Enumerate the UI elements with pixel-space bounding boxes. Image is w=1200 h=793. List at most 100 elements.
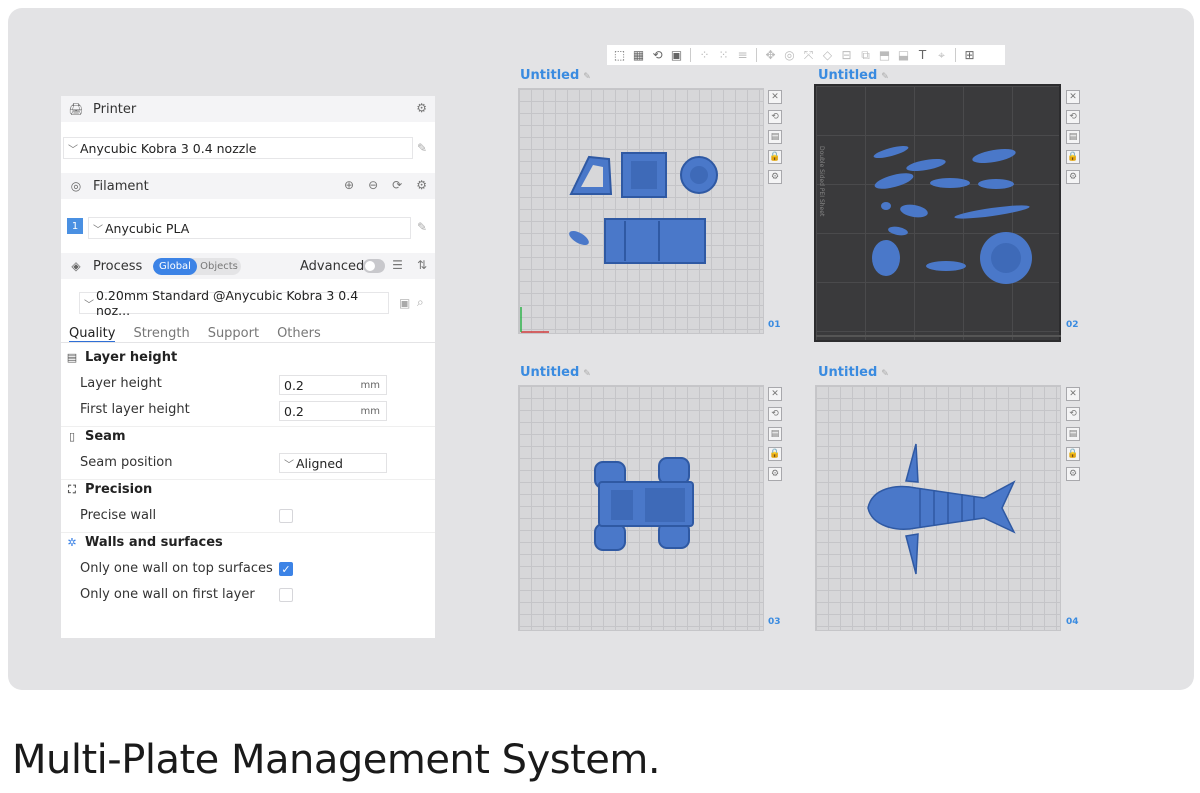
split-objects-icon[interactable]: ⁘ xyxy=(696,48,713,62)
mesh-boolean-icon[interactable]: ⧉ xyxy=(857,48,874,63)
save-preset-icon[interactable]: ▣ xyxy=(399,296,410,310)
text-tool-icon[interactable]: T xyxy=(914,48,931,62)
scope-global[interactable]: Global xyxy=(153,258,197,275)
arrange-icon[interactable]: ▤ xyxy=(1066,427,1080,441)
caption: Multi-Plate Management System. xyxy=(12,737,661,783)
orient-icon[interactable]: ⟲ xyxy=(768,407,782,421)
plate-title-2[interactable]: Untitled ✎ xyxy=(818,68,889,83)
orient-icon[interactable]: ⟲ xyxy=(1066,110,1080,124)
close-icon[interactable]: ✕ xyxy=(768,90,782,104)
arrange-icon[interactable]: ▤ xyxy=(768,427,782,441)
plate-toolbar: ⬚ ▦ ⟲ ▣ ⁘ ⁙ ≡ ✥ ◎ ⤧ ◇ ⊟ ⧉ ⬒ ⬓ T ⌖ ⊞ xyxy=(607,45,1005,65)
search-icon[interactable]: ⌕ xyxy=(417,295,424,310)
remove-filament-icon[interactable]: ⊖ xyxy=(368,178,378,192)
lock-icon[interactable]: 🔒 xyxy=(768,447,782,461)
chevron-down-icon: ﹀ xyxy=(93,224,103,236)
tab-quality[interactable]: Quality xyxy=(69,326,116,343)
plate-title-4[interactable]: Untitled ✎ xyxy=(818,365,889,380)
filament-preset-select[interactable]: ﹀ Anycubic PLA xyxy=(88,217,411,239)
measure-icon[interactable]: ⌖ xyxy=(933,48,950,63)
plate-3-controls: ✕ ⟲ ▤ 🔒 ⚙ xyxy=(768,387,782,481)
orient-icon[interactable]: ⟲ xyxy=(1066,407,1080,421)
precise-wall-checkbox[interactable] xyxy=(279,509,293,523)
seam-paint-icon[interactable]: ⬓ xyxy=(895,48,912,62)
rename-icon[interactable]: ✎ xyxy=(583,72,591,82)
auto-orient-icon[interactable]: ⟲ xyxy=(649,48,666,62)
rename-icon[interactable]: ✎ xyxy=(881,72,889,82)
setting-label: First layer height xyxy=(80,402,190,417)
split-parts-icon[interactable]: ⁙ xyxy=(715,48,732,62)
process-preset-select[interactable]: ﹀ 0.20mm Standard @Anycubic Kobra 3 0.4 … xyxy=(79,288,389,318)
layer-height-field[interactable]: 0.2 mm xyxy=(279,375,387,395)
one-wall-top-checkbox[interactable]: ✓ xyxy=(279,562,293,576)
group-title: Walls and surfaces xyxy=(85,535,223,550)
close-icon[interactable]: ✕ xyxy=(1066,90,1080,104)
move-icon[interactable]: ✥ xyxy=(762,48,779,62)
tab-strength[interactable]: Strength xyxy=(133,326,189,343)
filament-sync-icon[interactable]: ⟳ xyxy=(392,178,402,192)
edit-printer-icon[interactable]: ✎ xyxy=(417,141,427,155)
multi-plate-icon[interactable]: ⊞ xyxy=(961,48,978,62)
printer-settings-icon[interactable]: ⚙ xyxy=(416,101,427,115)
process-compare-icon[interactable]: ☰ xyxy=(392,258,403,272)
setting-label: Layer height xyxy=(80,376,162,391)
lock-icon[interactable]: 🔒 xyxy=(768,150,782,164)
layer-height-icon: ▤ xyxy=(66,351,78,364)
filament-settings-icon[interactable]: ⚙ xyxy=(416,178,427,192)
plate-settings-icon[interactable]: ⚙ xyxy=(1066,467,1080,481)
chevron-down-icon: ﹀ xyxy=(68,144,78,156)
tab-support[interactable]: Support xyxy=(208,326,259,343)
printer-section-header[interactable]: 🖨 Printer ⚙ xyxy=(61,96,435,122)
tab-others[interactable]: Others xyxy=(277,326,321,343)
rotate-icon[interactable]: ◎ xyxy=(781,48,798,62)
precision-icon: ⛶ xyxy=(68,482,76,496)
grid-icon[interactable]: ▦ xyxy=(630,48,647,62)
rename-icon[interactable]: ✎ xyxy=(881,369,889,379)
seam-position-select[interactable]: ﹀ Aligned xyxy=(279,453,387,473)
one-wall-first-layer-checkbox[interactable] xyxy=(279,588,293,602)
printer-preset-select[interactable]: ﹀ Anycubic Kobra 3 0.4 nozzle xyxy=(63,137,413,159)
plate-1-models[interactable] xyxy=(519,89,765,335)
arrange-icon[interactable]: ▤ xyxy=(768,130,782,144)
add-filament-icon[interactable]: ⊕ xyxy=(344,178,354,192)
support-paint-icon[interactable]: ⬒ xyxy=(876,48,893,62)
plate-title-3[interactable]: Untitled ✎ xyxy=(520,365,591,380)
add-cube-icon[interactable]: ⬚ xyxy=(611,48,628,62)
first-layer-height-field[interactable]: 0.2 mm xyxy=(279,401,387,421)
close-icon[interactable]: ✕ xyxy=(1066,387,1080,401)
divider xyxy=(61,426,435,427)
plate-3-models[interactable] xyxy=(519,386,765,632)
scope-toggle[interactable]: Global Objects xyxy=(153,258,241,275)
lock-icon[interactable]: 🔒 xyxy=(1066,150,1080,164)
app-canvas: 🖨 Printer ⚙ ﹀ Anycubic Kobra 3 0.4 nozzl… xyxy=(8,8,1194,690)
plate-1-controls: ✕ ⟲ ▤ 🔒 ⚙ xyxy=(768,90,782,184)
plate-2-models[interactable] xyxy=(816,86,1061,342)
arrange-icon[interactable]: ▤ xyxy=(1066,130,1080,144)
arrange-icon[interactable]: ▣ xyxy=(668,48,685,62)
filament-section-header[interactable]: ◎ Filament ⊕ ⊖ ⟳ ⚙ xyxy=(61,173,435,199)
close-icon[interactable]: ✕ xyxy=(768,387,782,401)
process-ab-icon[interactable]: ⇅ xyxy=(417,258,427,272)
cut-icon[interactable]: ⊟ xyxy=(838,48,855,62)
advanced-toggle[interactable] xyxy=(363,259,385,273)
plate-settings-icon[interactable]: ⚙ xyxy=(768,467,782,481)
lay-flat-icon[interactable]: ◇ xyxy=(819,48,836,62)
plate-title-1[interactable]: Untitled ✎ xyxy=(520,68,591,83)
plate-settings-icon[interactable]: ⚙ xyxy=(1066,170,1080,184)
group-layer-height: ▤ Layer height xyxy=(61,350,177,365)
edit-filament-icon[interactable]: ✎ xyxy=(417,220,427,234)
group-title: Layer height xyxy=(85,350,178,365)
lock-icon[interactable]: 🔒 xyxy=(1066,447,1080,461)
plate-4-models[interactable] xyxy=(816,386,1062,632)
plate-2[interactable]: Double Sided PEI Sheet xyxy=(814,84,1061,342)
scale-icon[interactable]: ⤧ xyxy=(800,48,817,63)
plate-4[interactable] xyxy=(815,385,1061,631)
plate-1[interactable] xyxy=(518,88,764,334)
field-value: 0.2 xyxy=(284,403,304,419)
plate-settings-icon[interactable]: ⚙ xyxy=(768,170,782,184)
layers-icon[interactable]: ≡ xyxy=(734,48,751,62)
plate-3[interactable] xyxy=(518,385,764,631)
orient-icon[interactable]: ⟲ xyxy=(768,110,782,124)
rename-icon[interactable]: ✎ xyxy=(583,369,591,379)
scope-objects[interactable]: Objects xyxy=(197,258,241,275)
